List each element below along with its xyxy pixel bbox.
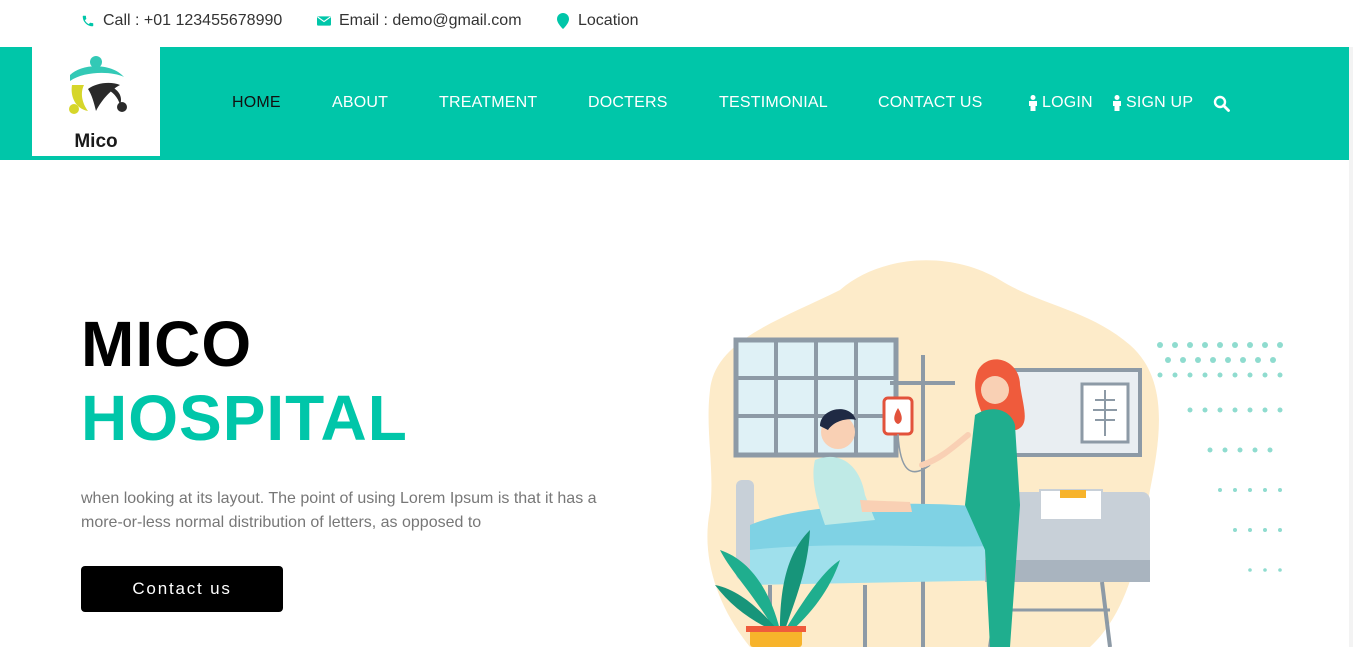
contact-us-button[interactable]: Contact us: [81, 566, 283, 612]
signup-label: SIGN UP: [1126, 94, 1194, 111]
signup-link[interactable]: SIGN UP: [1111, 94, 1193, 112]
nav-docters[interactable]: DOCTERS: [588, 94, 668, 112]
nav-about[interactable]: ABOUT: [332, 94, 388, 112]
logo[interactable]: Mico: [32, 47, 160, 156]
hospital-illustration: [707, 260, 1283, 647]
nav-treatment[interactable]: TREATMENT: [439, 94, 537, 112]
dot-pattern: [1157, 342, 1283, 572]
hero-title-line2: HOSPITAL: [81, 382, 408, 454]
top-info-bar: Call : +01 123455678990 Email : demo@gma…: [0, 0, 1353, 47]
location-text: Location: [578, 12, 639, 29]
search-icon: [1213, 95, 1230, 112]
map-marker-icon: [555, 13, 571, 29]
email-text: Email : demo@gmail.com: [339, 12, 522, 29]
call-text: Call : +01 123455678990: [103, 12, 283, 29]
login-link[interactable]: LOGIN: [1027, 94, 1093, 112]
scrollbar-track[interactable]: [1349, 47, 1353, 647]
nav-contact-us[interactable]: CONTACT US: [878, 94, 983, 112]
hero-description: when looking at its layout. The point of…: [81, 490, 597, 531]
logo-icon: [69, 56, 127, 114]
logo-text: Mico: [74, 131, 118, 152]
phone-icon: [80, 13, 96, 29]
email-info[interactable]: Email : demo@gmail.com: [316, 12, 522, 30]
envelope-icon: [316, 13, 332, 29]
user-icon: [1111, 95, 1123, 111]
nav-home[interactable]: HOME: [232, 94, 281, 112]
hero-title-line1: MICO: [81, 308, 253, 380]
location-info[interactable]: Location: [555, 12, 639, 30]
user-icon: [1027, 95, 1039, 111]
nav-testimonial[interactable]: TESTIMONIAL: [719, 94, 828, 112]
window: [733, 337, 899, 458]
call-info[interactable]: Call : +01 123455678990: [80, 12, 282, 30]
search-button[interactable]: [1213, 95, 1230, 112]
login-label: LOGIN: [1042, 94, 1093, 111]
